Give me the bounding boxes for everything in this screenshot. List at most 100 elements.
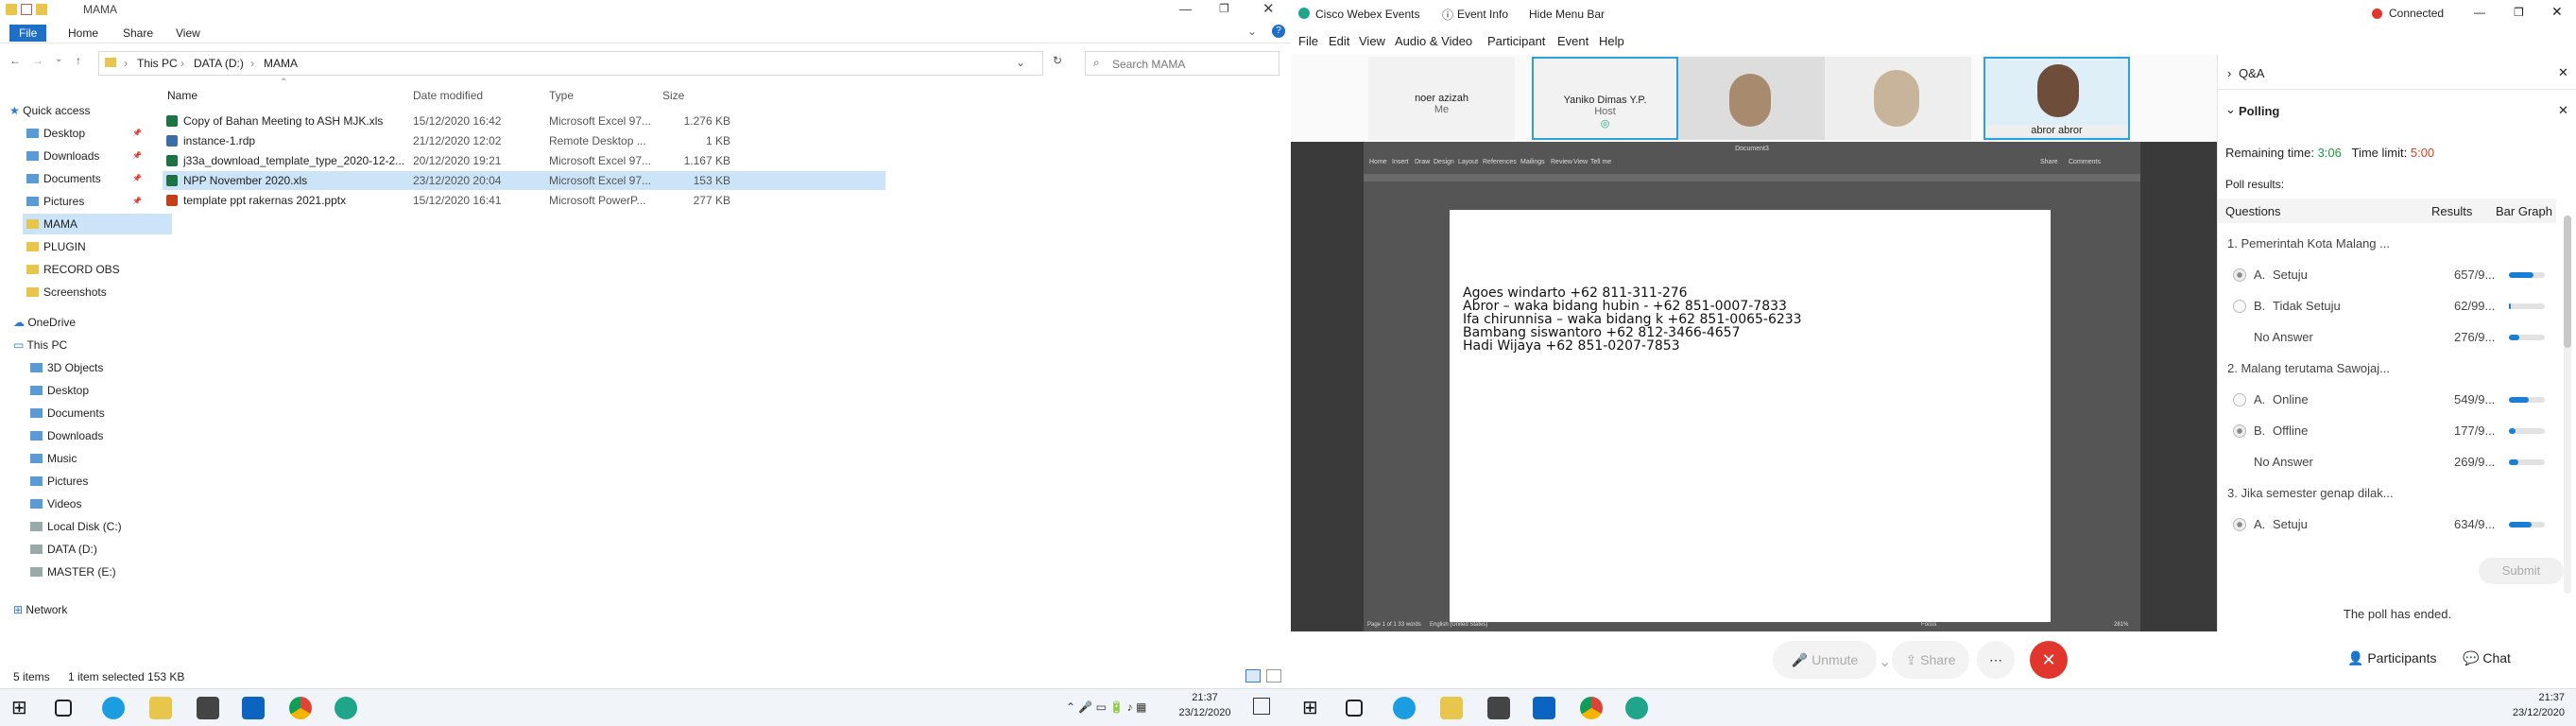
column-header-name[interactable]: Name bbox=[167, 89, 197, 102]
participant-video[interactable] bbox=[1825, 57, 1971, 140]
windows-start-icon[interactable]: ⊞ bbox=[11, 697, 34, 719]
column-header-date[interactable]: Date modified bbox=[413, 89, 483, 102]
clock-date[interactable]: 23/12/2020 bbox=[2508, 707, 2565, 718]
recent-locations-icon[interactable]: ⌄ bbox=[55, 54, 62, 64]
scrollbar[interactable] bbox=[2564, 216, 2571, 594]
up-icon[interactable]: ↑ bbox=[76, 54, 81, 67]
sidebar-item-mama[interactable]: MAMA bbox=[23, 214, 172, 234]
edge-icon[interactable] bbox=[1393, 697, 1416, 719]
nav-network[interactable]: ⊞ Network bbox=[13, 599, 163, 620]
breadcrumb-mama[interactable]: MAMA bbox=[264, 57, 298, 70]
radio-icon[interactable] bbox=[2233, 393, 2246, 406]
nav-onedrive[interactable]: ☁ OneDrive bbox=[13, 312, 163, 333]
webex-icon[interactable] bbox=[335, 697, 357, 719]
menu-participant[interactable]: Participant bbox=[1487, 34, 1545, 48]
menu-audio-video[interactable]: Audio & Video bbox=[1395, 34, 1472, 48]
pin-icon[interactable]: 📌 bbox=[132, 123, 142, 144]
pin-icon[interactable]: 📌 bbox=[132, 191, 142, 212]
pin-icon[interactable]: 📌 bbox=[132, 146, 142, 166]
help-icon[interactable]: ? bbox=[1272, 25, 1285, 38]
event-info-button[interactable]: Event Info bbox=[1457, 8, 1508, 21]
maximize-icon[interactable]: ❐ bbox=[2514, 6, 2524, 19]
mail-icon[interactable] bbox=[242, 697, 265, 719]
file-explorer-icon[interactable] bbox=[1440, 697, 1463, 719]
store-icon[interactable] bbox=[197, 697, 219, 719]
mail-icon[interactable] bbox=[1533, 697, 1555, 719]
sidebar-item-desktop[interactable]: Desktop 📌 bbox=[26, 123, 176, 144]
share-button[interactable]: ⇪ Share bbox=[1892, 641, 1969, 679]
breadcrumb-this-pc[interactable]: This PC bbox=[137, 57, 178, 70]
minimize-icon[interactable]: — bbox=[2474, 6, 2485, 19]
participant-tile[interactable]: noer azizah Me bbox=[1368, 57, 1515, 140]
column-header-size[interactable]: Size bbox=[662, 89, 684, 102]
task-view-icon[interactable] bbox=[55, 700, 72, 717]
tab-view[interactable]: View bbox=[166, 25, 210, 42]
word-zoom[interactable]: 281% bbox=[2114, 622, 2128, 628]
word-tab[interactable]: Draw bbox=[1415, 159, 1430, 165]
close-icon[interactable]: ✕ bbox=[2558, 65, 2568, 80]
radio-icon[interactable] bbox=[2233, 268, 2246, 282]
menu-file[interactable]: File bbox=[1298, 34, 1318, 48]
maximize-icon[interactable]: ❐ bbox=[1219, 2, 1229, 15]
webex-icon[interactable] bbox=[1625, 697, 1648, 719]
hide-menu-bar-button[interactable]: Hide Menu Bar bbox=[1529, 8, 1605, 21]
word-tab[interactable]: Layout bbox=[1458, 159, 1478, 165]
search-box[interactable]: ⌕ Search MAMA bbox=[1085, 51, 1279, 76]
close-icon[interactable]: ✕ bbox=[2551, 4, 2563, 20]
chevron-down-icon[interactable]: ⌄ bbox=[1016, 56, 1025, 69]
chat-button[interactable]: 💬 Chat bbox=[2463, 650, 2511, 666]
sidebar-item-screenshots[interactable]: Screenshots bbox=[26, 282, 176, 302]
word-tab[interactable]: View bbox=[1573, 159, 1588, 165]
forward-icon[interactable]: → bbox=[32, 54, 43, 67]
file-row[interactable]: j33a_download_template_type_2020-12-2...… bbox=[163, 151, 885, 170]
task-view-icon[interactable] bbox=[1346, 700, 1363, 717]
nav-this-pc[interactable]: ▭ This PC bbox=[13, 335, 163, 355]
file-row[interactable]: template ppt rakernas 2021.pptx 15/12/202… bbox=[163, 191, 885, 210]
refresh-icon[interactable]: ↻ bbox=[1053, 54, 1062, 67]
chevron-down-icon[interactable]: ⌄ bbox=[1247, 25, 1257, 38]
participant-video[interactable] bbox=[1678, 57, 1825, 140]
tab-share[interactable]: Share bbox=[113, 25, 163, 42]
minimize-icon[interactable]: — bbox=[1179, 2, 1192, 16]
sidebar-item-pictures[interactable]: Pictures 📌 bbox=[26, 191, 176, 212]
chevron-down-icon[interactable]: ⌄ bbox=[2225, 102, 2236, 117]
tab-home[interactable]: Home bbox=[59, 25, 108, 42]
large-icons-view-icon[interactable] bbox=[1266, 669, 1281, 683]
document-page[interactable]: Agoes windarto +62 811-311-276 Abror – w… bbox=[1450, 210, 2051, 622]
menu-event[interactable]: Event bbox=[1557, 34, 1589, 48]
chevron-down-icon[interactable]: ⌄ bbox=[1879, 652, 1891, 671]
submit-button[interactable]: Submit bbox=[2479, 558, 2564, 584]
polling-panel-header[interactable]: Polling bbox=[2239, 104, 2279, 118]
radio-icon[interactable] bbox=[2233, 424, 2246, 438]
poll-option[interactable]: A. Online 549/9... bbox=[2218, 385, 2556, 415]
file-explorer-icon[interactable] bbox=[149, 697, 172, 719]
sidebar-item-record-obs[interactable]: RECORD OBS bbox=[26, 259, 176, 280]
word-tab[interactable]: Mailings bbox=[1520, 159, 1545, 165]
unmute-button[interactable]: 🎤 Unmute bbox=[1773, 641, 1877, 679]
poll-option[interactable]: A. Setuju 634/9... bbox=[2218, 510, 2556, 540]
chrome-icon[interactable] bbox=[1580, 697, 1603, 719]
poll-option[interactable]: B. Tidak Setuju 62/99... bbox=[2218, 291, 2556, 321]
notification-icon[interactable] bbox=[1253, 698, 1270, 715]
word-focus[interactable]: Focus bbox=[1921, 622, 1936, 628]
clock-time[interactable]: 21:37 bbox=[1183, 692, 1227, 703]
column-header-type[interactable]: Type bbox=[549, 89, 574, 102]
sidebar-item-documents[interactable]: Documents 📌 bbox=[26, 168, 176, 189]
word-tab[interactable]: Review bbox=[1551, 159, 1572, 165]
scrollbar-thumb[interactable] bbox=[2564, 216, 2571, 348]
more-options-button[interactable]: ⋯ bbox=[1977, 641, 2015, 679]
chevron-right-icon[interactable]: › bbox=[2227, 66, 2231, 80]
store-icon[interactable] bbox=[1487, 697, 1510, 719]
poll-option[interactable]: A. Setuju 657/9... bbox=[2218, 260, 2556, 290]
file-row[interactable]: Copy of Bahan Meeting to ASH MJK.xls 15/1… bbox=[163, 112, 885, 130]
breadcrumb-data-drive[interactable]: DATA (D:) bbox=[194, 57, 244, 70]
sidebar-item-downloads[interactable]: Downloads 📌 bbox=[26, 146, 176, 166]
tray-icons[interactable]: ⌃ 🎤 ▭ 🔋 ♪ ▦ bbox=[1066, 700, 1146, 714]
qa-panel-header[interactable]: Q&A bbox=[2239, 66, 2264, 80]
sidebar-item-plugin[interactable]: PLUGIN bbox=[26, 236, 176, 257]
search-input[interactable]: Search MAMA bbox=[1112, 58, 1185, 71]
new-folder-icon[interactable] bbox=[36, 4, 47, 15]
radio-icon[interactable] bbox=[2233, 300, 2246, 313]
close-icon[interactable]: ✕ bbox=[2558, 103, 2568, 118]
edge-icon[interactable] bbox=[102, 697, 125, 719]
